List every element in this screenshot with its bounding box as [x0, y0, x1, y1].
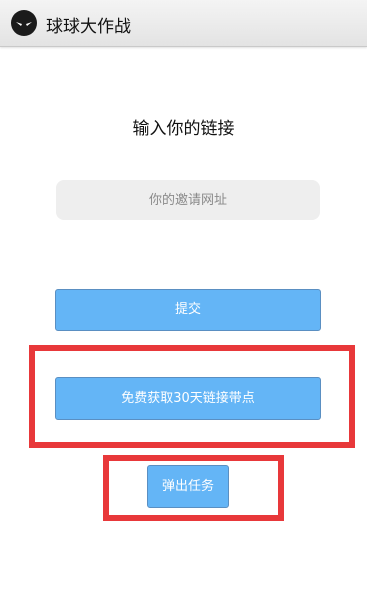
app-bar: 球球大作战	[0, 0, 367, 47]
popup-task-button[interactable]: 弹出任务	[147, 465, 229, 508]
ninja-face-icon	[11, 10, 37, 36]
free-30-day-link-button[interactable]: 免费获取30天链接带点	[55, 377, 321, 420]
app-title: 球球大作战	[46, 17, 131, 37]
submit-button[interactable]: 提交	[55, 289, 321, 331]
invite-url-input[interactable]	[56, 180, 320, 220]
page-heading: 输入你的链接	[132, 119, 235, 139]
